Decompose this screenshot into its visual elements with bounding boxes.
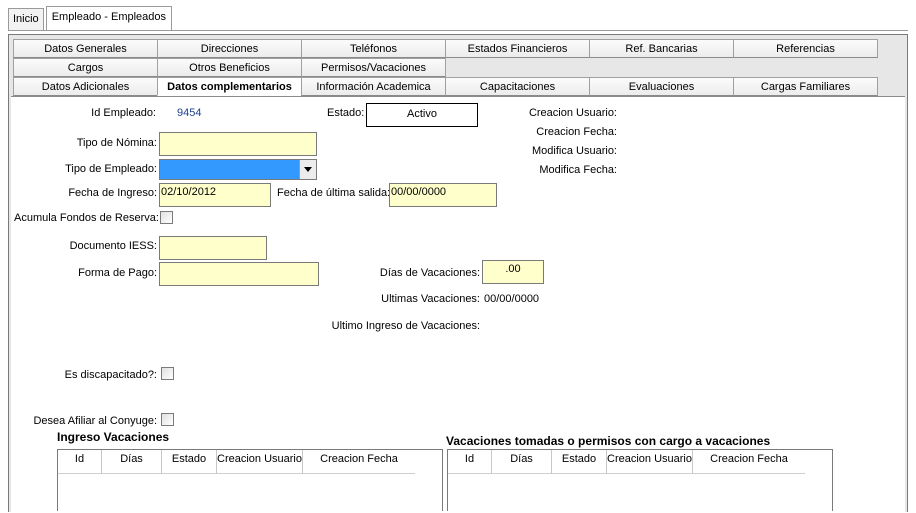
ingreso-vacaciones-header: Id Días Estado Creacion Usuario Creacion… — [58, 450, 415, 474]
tab-evaluaciones[interactable]: Evaluaciones — [589, 77, 734, 96]
employee-form-frame: Datos Generales Direcciones Teléfonos Es… — [8, 34, 908, 513]
tab-datos-complementarios[interactable]: Datos complementarios — [157, 77, 302, 96]
fecha-ingreso-field[interactable]: 02/10/2012 — [159, 183, 271, 207]
tipo-empleado-select[interactable] — [159, 159, 317, 180]
doc-tab-inicio[interactable]: Inicio — [8, 8, 44, 30]
ultimas-vacaciones-value: 00/00/0000 — [484, 293, 540, 305]
tab-capacitaciones[interactable]: Capacitaciones — [445, 77, 590, 96]
vacaciones-tomadas-table[interactable]: Id Días Estado Creacion Usuario Creacion… — [447, 449, 833, 511]
tab-informacion-academica[interactable]: Información Academica — [301, 77, 446, 96]
ultimas-vacaciones-label: Ultimas Vacaciones: — [381, 293, 480, 305]
tab-telefonos[interactable]: Teléfonos — [301, 39, 446, 58]
fecha-ultima-salida-label: Fecha de última salida: — [277, 187, 391, 199]
doc-tab-empleados[interactable]: Empleado - Empleados — [45, 6, 173, 30]
ultimo-ingreso-vacaciones-label: Ultimo Ingreso de Vacaciones: — [331, 320, 480, 332]
estado-label: Estado: — [327, 107, 365, 119]
vacaciones-tomadas-header: Id Días Estado Creacion Usuario Creacion… — [448, 450, 805, 474]
tab-permisos-vacaciones[interactable]: Permisos/Vacaciones — [301, 58, 446, 77]
es-discapacitado-label: Es discapacitado?: — [64, 369, 157, 381]
tab-row-2: Cargos Otros Beneficios Permisos/Vacacio… — [13, 58, 446, 77]
tab-estados-financieros[interactable]: Estados Financieros — [445, 39, 590, 58]
col-creacion-fecha[interactable]: Creacion Fecha — [303, 450, 415, 474]
tab-cargas-familiares[interactable]: Cargas Familiares — [733, 77, 878, 96]
tipo-nomina-label: Tipo de Nómina: — [76, 137, 157, 149]
tab-referencias[interactable]: Referencias — [733, 39, 878, 58]
doc-tabs-divider — [8, 30, 908, 31]
dias-vacaciones-label: Días de Vacaciones: — [379, 267, 480, 279]
tab-row-3: Datos Adicionales Datos complementarios … — [13, 77, 878, 96]
col-creacion-fecha[interactable]: Creacion Fecha — [693, 450, 805, 474]
es-discapacitado-checkbox[interactable] — [161, 367, 174, 380]
forma-pago-label: Forma de Pago: — [78, 267, 157, 279]
desea-afiliar-checkbox[interactable] — [161, 413, 174, 426]
document-tabs: Inicio Empleado - Empleados — [8, 6, 174, 30]
dias-vacaciones-field[interactable]: .00 — [482, 260, 544, 284]
tipo-empleado-label: Tipo de Empleado: — [65, 163, 157, 175]
col-estado[interactable]: Estado — [552, 450, 607, 474]
tab-cargos[interactable]: Cargos — [13, 58, 158, 77]
tab-row-1: Datos Generales Direcciones Teléfonos Es… — [13, 39, 878, 58]
tab-datos-adicionales[interactable]: Datos Adicionales — [13, 77, 158, 96]
tipo-nomina-field[interactable] — [159, 132, 317, 156]
estado-value: Activo — [366, 103, 478, 127]
datos-complementarios-panel: Id Empleado: 9454 Estado: Activo Creacio… — [11, 96, 905, 513]
documento-iess-field[interactable] — [159, 236, 267, 260]
ingreso-vacaciones-table[interactable]: Id Días Estado Creacion Usuario Creacion… — [57, 449, 443, 511]
fecha-ultima-salida-field[interactable]: 00/00/0000 — [389, 183, 497, 207]
vacaciones-tomadas-title: Vacaciones tomadas o permisos con cargo … — [446, 434, 771, 448]
col-creacion-usuario[interactable]: Creacion Usuario — [217, 450, 303, 474]
col-dias[interactable]: Días — [102, 450, 162, 474]
tab-direcciones[interactable]: Direcciones — [157, 39, 302, 58]
desea-afiliar-label: Desea Afiliar al Conyuge: — [33, 415, 157, 427]
modifica-usuario-label: Modifica Usuario: — [532, 145, 617, 157]
acumula-fondos-checkbox[interactable] — [160, 211, 173, 224]
creacion-fecha-label: Creacion Fecha: — [536, 126, 617, 138]
chevron-down-icon[interactable] — [299, 160, 316, 179]
id-empleado-value: 9454 — [177, 107, 202, 119]
ingreso-vacaciones-title: Ingreso Vacaciones — [57, 430, 170, 444]
acumula-fondos-label: Acumula Fondos de Reserva: — [14, 212, 159, 224]
tab-otros-beneficios[interactable]: Otros Beneficios — [157, 58, 302, 77]
tab-datos-generales[interactable]: Datos Generales — [13, 39, 158, 58]
col-estado[interactable]: Estado — [162, 450, 217, 474]
col-dias[interactable]: Días — [492, 450, 552, 474]
fecha-ingreso-label: Fecha de Ingreso: — [68, 187, 157, 199]
creacion-usuario-label: Creacion Usuario: — [528, 107, 617, 119]
modifica-fecha-label: Modifica Fecha: — [539, 164, 617, 176]
col-id[interactable]: Id — [58, 450, 102, 474]
tab-ref-bancarias[interactable]: Ref. Bancarias — [589, 39, 734, 58]
documento-iess-label: Documento IESS: — [69, 240, 157, 252]
col-creacion-usuario[interactable]: Creacion Usuario — [607, 450, 693, 474]
col-id[interactable]: Id — [448, 450, 492, 474]
id-empleado-label: Id Empleado: — [91, 107, 156, 119]
forma-pago-field[interactable] — [159, 262, 319, 286]
